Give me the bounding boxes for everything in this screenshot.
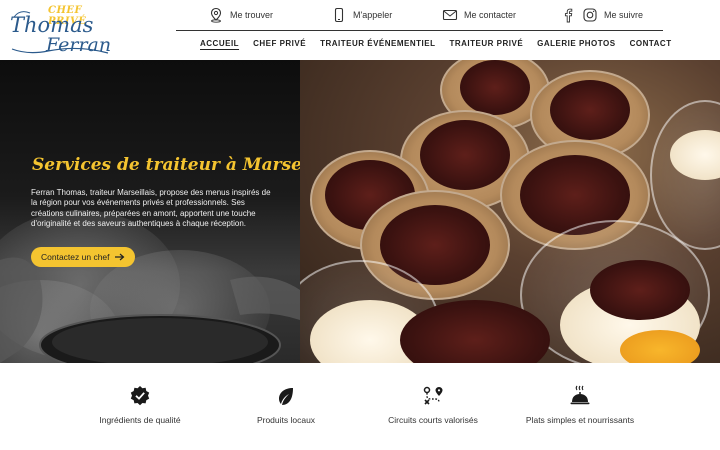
cup-filling [550, 80, 630, 140]
site-header: CHEF PRIVÉ Thomas Ferran Me trouver M'ap… [0, 0, 720, 60]
feature-local: Produits locaux [248, 385, 324, 425]
contact-bar: Me trouver M'appeler Me contacter Me sui… [200, 5, 670, 25]
verified-badge-icon [130, 386, 150, 406]
contact-find-me-label: Me trouver [230, 10, 274, 20]
cup-filling [590, 260, 690, 320]
contact-email-me-label: Me contacter [464, 10, 517, 20]
phone-icon [334, 7, 344, 23]
route-icon [423, 386, 443, 405]
nav-item-chef-prive[interactable]: CHEF PRIVÉ [253, 39, 306, 48]
contact-email-me[interactable]: Me contacter [442, 5, 516, 25]
orange-sauce [620, 330, 700, 363]
hero-left-panel: Services de traiteur à Marseille Ferran … [0, 60, 300, 363]
feature-quality: Ingrédients de qualité [94, 385, 186, 425]
hero-section: Services de traiteur à Marseille Ferran … [0, 60, 720, 363]
main-nav: ACCUEIL CHEF PRIVÉ TRAITEUR ÉVÉNEMENTIEL… [200, 39, 672, 48]
logo-ferran: Ferran [46, 34, 112, 56]
facebook-icon[interactable] [560, 7, 576, 23]
hero-food-photo [300, 60, 720, 363]
contact-follow-me-label: Me suivre [604, 10, 644, 20]
logo[interactable]: CHEF PRIVÉ Thomas Ferran [8, 3, 112, 57]
feature-quality-label: Ingrédients de qualité [99, 415, 181, 425]
cloche-icon [570, 385, 590, 405]
cup-filling [460, 60, 530, 115]
instagram-icon[interactable] [582, 7, 598, 23]
nav-item-contact[interactable]: CONTACT [630, 39, 672, 48]
map-pin-icon [210, 7, 222, 23]
contact-call-me-label: M'appeler [353, 10, 393, 20]
hero-description: Ferran Thomas, traiteur Marseillais, pro… [31, 188, 271, 229]
contact-call-me[interactable]: M'appeler [331, 5, 392, 25]
feature-short-circuits: Circuits courts valorisés [384, 385, 482, 425]
nav-item-traiteur-evenementiel[interactable]: TRAITEUR ÉVÉNEMENTIEL [320, 39, 435, 48]
cup-filling [420, 120, 510, 190]
leaf-icon [279, 388, 293, 405]
cooking-pan-image [0, 257, 300, 363]
nav-item-accueil[interactable]: ACCUEIL [200, 39, 239, 48]
arrow-right-icon [114, 253, 124, 261]
envelope-icon [442, 9, 458, 21]
contact-chef-button[interactable]: Contactez un chef [31, 247, 135, 267]
feature-simple-dishes-label: Plats simples et nourrissants [525, 415, 635, 425]
hero-title: Services de traiteur à Marseille [32, 155, 300, 175]
contact-chef-button-label: Contactez un chef [41, 252, 110, 262]
feature-short-circuits-label: Circuits courts valorisés [388, 415, 478, 425]
nav-item-traiteur-prive[interactable]: TRAITEUR PRIVÉ [449, 39, 523, 48]
feature-local-label: Produits locaux [256, 415, 316, 425]
features-section: Ingrédients de qualité Produits locaux C… [0, 363, 720, 450]
contact-follow-me[interactable]: Me suivre [560, 5, 643, 25]
nav-item-galerie-photos[interactable]: GALERIE PHOTOS [537, 39, 615, 48]
contact-find-me[interactable]: Me trouver [208, 5, 273, 25]
nav-divider [176, 30, 663, 31]
feature-simple-dishes: Plats simples et nourrissants [520, 385, 640, 425]
